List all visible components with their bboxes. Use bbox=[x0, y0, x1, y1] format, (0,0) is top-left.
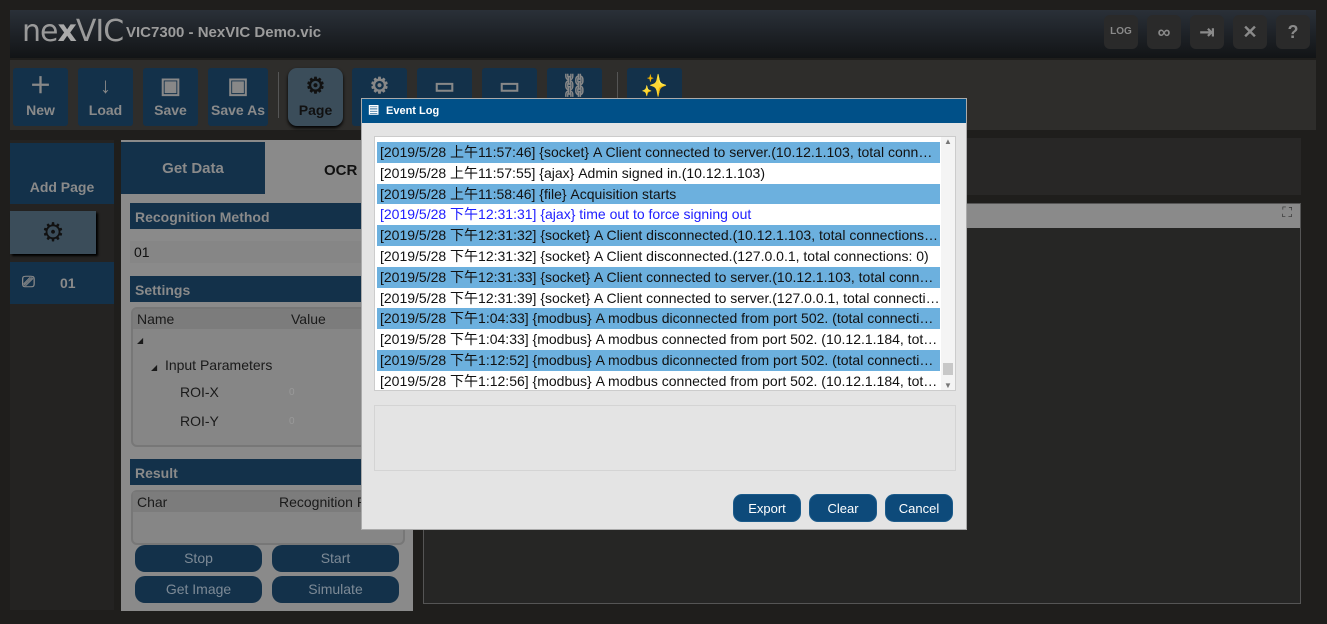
log-entry[interactable]: [2019/5/28 下午1:04:33] {modbus} A modbus … bbox=[377, 308, 940, 330]
log-entry[interactable]: [2019/5/28 上午11:58:46] {file} Acquisitio… bbox=[377, 183, 940, 205]
camera-item-label: 01 bbox=[60, 275, 76, 291]
param-value[interactable]: 0 bbox=[289, 378, 295, 407]
log-icon: ▤ bbox=[368, 102, 380, 116]
log-entry[interactable]: [2019/5/28 上午11:57:55] {ajax} Admin sign… bbox=[377, 163, 940, 184]
save-as-label: Save As bbox=[211, 102, 265, 118]
stop-button[interactable]: Stop bbox=[135, 545, 262, 572]
col-name: Name bbox=[137, 311, 175, 327]
get-image-button[interactable]: Get Image bbox=[135, 576, 262, 603]
add-page-label: Add Page bbox=[29, 179, 95, 195]
load-icon: ↓ bbox=[100, 73, 111, 98]
start-button[interactable]: Start bbox=[272, 545, 399, 572]
sidebar-item-camera[interactable]: ⎚ 01 bbox=[10, 262, 114, 304]
add-page-button[interactable]: Add Page bbox=[10, 143, 114, 204]
col-recognition: Recognition R bbox=[279, 494, 367, 510]
scroll-thumb[interactable] bbox=[943, 363, 953, 375]
new-button[interactable]: ＋ New bbox=[13, 68, 68, 126]
event-log-list: [2019/5/28 上午11:57:46] {socket} A Client… bbox=[374, 136, 956, 391]
monitor-chart-icon: ▭ bbox=[434, 73, 455, 98]
log-entry[interactable]: [2019/5/28 下午1:04:33] {modbus} A modbus … bbox=[377, 329, 940, 350]
app-title: VIC7300 - NexVIC Demo.vic bbox=[126, 24, 322, 41]
log-entry[interactable]: [2019/5/28 下午12:31:31] {ajax} time out t… bbox=[377, 204, 940, 225]
load-label: Load bbox=[88, 102, 123, 118]
log-entry[interactable]: [2019/5/28 下午12:31:32] {socket} A Client… bbox=[377, 225, 940, 246]
event-detail-area[interactable] bbox=[374, 405, 956, 471]
cancel-button[interactable]: Cancel bbox=[885, 494, 953, 522]
tools-icon[interactable]: ✕ bbox=[1233, 15, 1267, 49]
dialog-title: Event Log bbox=[386, 105, 440, 117]
gears-icon: ⚙ bbox=[41, 217, 65, 247]
camera-icon: ⎚ bbox=[22, 274, 35, 291]
input-parameters-label: Input Parameters bbox=[164, 357, 273, 373]
help-icon[interactable]: ? bbox=[1276, 15, 1310, 49]
save-as-button[interactable]: ▣ Save As bbox=[208, 68, 268, 126]
save-label: Save bbox=[154, 102, 187, 118]
tree-expander[interactable]: ◢ bbox=[151, 363, 157, 372]
scroll-up-icon[interactable]: ▲ bbox=[941, 137, 955, 146]
tab-get-data[interactable]: Get Data bbox=[121, 142, 265, 194]
log-entry[interactable]: [2019/5/28 下午12:31:33] {socket} A Client… bbox=[377, 266, 940, 288]
scrollbar[interactable]: ▲ ▼ bbox=[941, 137, 955, 390]
page-button[interactable]: ⚙ Page bbox=[288, 68, 343, 126]
new-file-icon: ＋ bbox=[29, 73, 52, 98]
divider bbox=[278, 72, 279, 118]
log-icon[interactable]: LOG bbox=[1104, 15, 1138, 49]
app-header: nexVIC VIC7300 - NexVIC Demo.vic LOG ∞ ⇥… bbox=[10, 10, 1316, 58]
event-log-dialog: ▤ Event Log [2019/5/28 上午11:57:46] {socke… bbox=[361, 98, 967, 530]
simulate-button[interactable]: Simulate bbox=[272, 576, 399, 603]
log-entry[interactable]: [2019/5/28 下午1:12:52] {modbus} A modbus … bbox=[377, 350, 940, 371]
col-char: Char bbox=[137, 494, 168, 510]
save-button[interactable]: ▣ Save bbox=[143, 68, 198, 126]
dialog-title-bar: ▤ Event Log bbox=[362, 99, 966, 123]
exit-icon[interactable]: ⇥ bbox=[1190, 15, 1224, 49]
fullscreen-icon[interactable]: ⛶ bbox=[1282, 204, 1292, 220]
script-icon: ⚙ bbox=[369, 73, 390, 98]
floppy-icon: ▣ bbox=[160, 73, 181, 98]
settings-gear-button[interactable]: ⚙ bbox=[10, 211, 96, 254]
page-label: Page bbox=[298, 102, 333, 118]
page-gear-icon: ⚙ bbox=[305, 73, 326, 98]
log-entry[interactable]: [2019/5/28 下午12:31:39] {socket} A Client… bbox=[377, 288, 940, 309]
param-value[interactable]: 0 bbox=[289, 407, 295, 436]
export-button[interactable]: Export bbox=[733, 494, 801, 522]
col-value: Value bbox=[291, 311, 326, 327]
log-entry[interactable]: [2019/5/28 下午1:12:56] {modbus} A modbus … bbox=[377, 371, 940, 390]
param-name: ROI-Y bbox=[180, 413, 219, 429]
magic-wand-icon: ✨ bbox=[640, 73, 669, 98]
nexvic-logo: nexVIC bbox=[22, 14, 124, 49]
new-label: New bbox=[26, 102, 55, 118]
clear-button[interactable]: Clear bbox=[809, 494, 877, 522]
log-entry[interactable]: [2019/5/28 上午11:57:46] {socket} A Client… bbox=[377, 142, 940, 163]
param-name: ROI-X bbox=[180, 384, 219, 400]
monitor-cursor-icon: ▭ bbox=[499, 73, 520, 98]
sidebar: Add Page ⚙ ⎚ 01 bbox=[10, 140, 114, 610]
scroll-down-icon[interactable]: ▼ bbox=[941, 381, 955, 390]
log-entry[interactable]: [2019/5/28 下午12:31:32] {socket} A Client… bbox=[377, 246, 940, 267]
link-icon: ⛓ bbox=[560, 73, 589, 98]
binoculars-icon[interactable]: ∞ bbox=[1147, 15, 1181, 49]
floppy-edit-icon: ▣ bbox=[227, 73, 249, 98]
load-button[interactable]: ↓ Load bbox=[78, 68, 133, 126]
